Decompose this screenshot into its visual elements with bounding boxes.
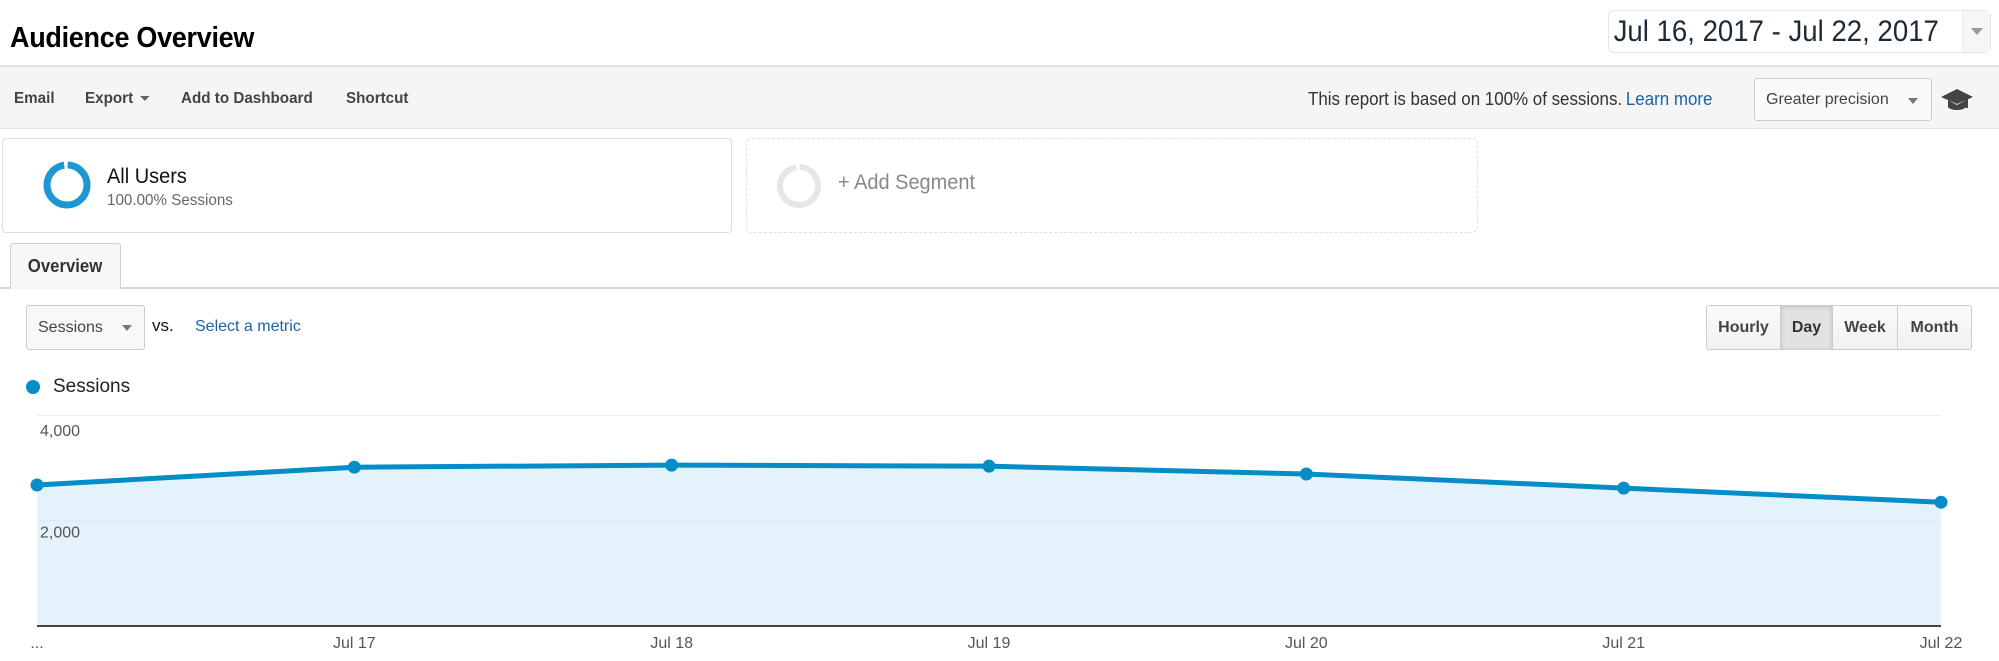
segment-name: All Users	[107, 165, 187, 188]
page-title: Audience Overview	[10, 22, 255, 54]
data-point-jul-20	[1299, 467, 1313, 481]
add-to-dashboard-button[interactable]: Add to Dashboard	[181, 90, 313, 108]
chevron-down-icon	[1908, 98, 1918, 104]
select-secondary-metric-link[interactable]: Select a metric	[195, 318, 301, 336]
add-segment-button[interactable]: + Add Segment	[746, 138, 1478, 233]
tab-overview[interactable]: Overview	[10, 243, 121, 289]
graduation-cap-icon[interactable]	[1940, 87, 1974, 113]
x-tick-label: Jul 20	[1285, 635, 1328, 652]
period-day-button[interactable]: Day	[1781, 306, 1833, 349]
tab-divider	[0, 287, 1999, 289]
export-label: Export	[85, 90, 134, 107]
data-point-jul-18	[665, 458, 679, 472]
segment-donut-icon	[43, 161, 91, 209]
data-point-jul-17	[347, 460, 361, 474]
date-range-dropdown-toggle[interactable]	[1962, 11, 1990, 52]
x-tick-label: ...	[30, 635, 43, 652]
x-tick-label: Jul 17	[333, 635, 376, 652]
date-range-text[interactable]: Jul 16, 2017 - Jul 22, 2017	[1609, 15, 1939, 49]
chart-legend: Sessions	[26, 376, 130, 398]
primary-metric-value: Sessions	[38, 318, 103, 336]
segment-detail: 100.00% Sessions	[107, 192, 233, 209]
data-point-jul-19	[982, 459, 996, 473]
learn-more-link[interactable]: Learn more	[1626, 89, 1713, 109]
empty-segment-donut-icon	[777, 164, 821, 208]
chevron-down-icon	[139, 96, 150, 102]
data-point-jul-21	[1617, 481, 1631, 495]
legend-label-sessions: Sessions	[53, 376, 131, 397]
report-toolbar: Email Export Add to Dashboard Shortcut T…	[0, 65, 1999, 129]
export-button[interactable]: Export	[85, 90, 150, 108]
sampling-precision-select[interactable]: Greater precision	[1754, 78, 1932, 121]
date-range-picker[interactable]: Jul 16, 2017 - Jul 22, 2017	[1608, 10, 1991, 53]
sessions-chart-svg: 2,000 4,000... Jul 17 Jul 18 Jul 19 Jul 20 Jul…	[30, 415, 1963, 652]
vs-label: vs.	[152, 316, 174, 335]
x-tick-label: Jul 21	[1602, 635, 1645, 652]
period-week-button[interactable]: Week	[1833, 306, 1898, 349]
tab-overview-label: Overview	[28, 256, 103, 276]
x-tick-label: Jul 19	[968, 635, 1011, 652]
chevron-down-icon	[122, 325, 132, 331]
add-segment-label: + Add Segment	[838, 171, 975, 194]
period-month-button[interactable]: Month	[1898, 306, 1971, 349]
precision-value: Greater precision	[1766, 90, 1889, 108]
x-tick-label: Jul 22	[1920, 635, 1963, 652]
data-point-jul-22	[1934, 495, 1948, 509]
shortcut-button[interactable]: Shortcut	[346, 90, 408, 108]
data-point-jul-16	[30, 478, 44, 492]
segment-all-users[interactable]: All Users 100.00% Sessions	[2, 138, 732, 233]
primary-metric-select[interactable]: Sessions	[26, 305, 145, 350]
sampling-notice: This report is based on 100% of sessions…	[1308, 89, 1712, 110]
sampling-text: This report is based on 100% of sessions…	[1308, 89, 1623, 109]
y-tick-label: 4,000	[40, 423, 80, 440]
chevron-down-icon	[1970, 28, 1983, 35]
period-hourly-button[interactable]: Hourly	[1707, 306, 1781, 349]
legend-dot-icon	[26, 380, 40, 394]
x-tick-label: Jul 18	[650, 635, 693, 652]
report-header: Audience Overview Jul 16, 2017 - Jul 22,…	[0, 0, 1999, 66]
time-granularity-toggle: Hourly Day Week Month	[1706, 305, 1972, 350]
y-tick-label: 2,000	[40, 525, 80, 542]
sessions-chart: 2,000 4,000... Jul 17 Jul 18 Jul 19 Jul 20 Jul…	[0, 400, 1999, 656]
email-button[interactable]: Email	[14, 90, 55, 108]
